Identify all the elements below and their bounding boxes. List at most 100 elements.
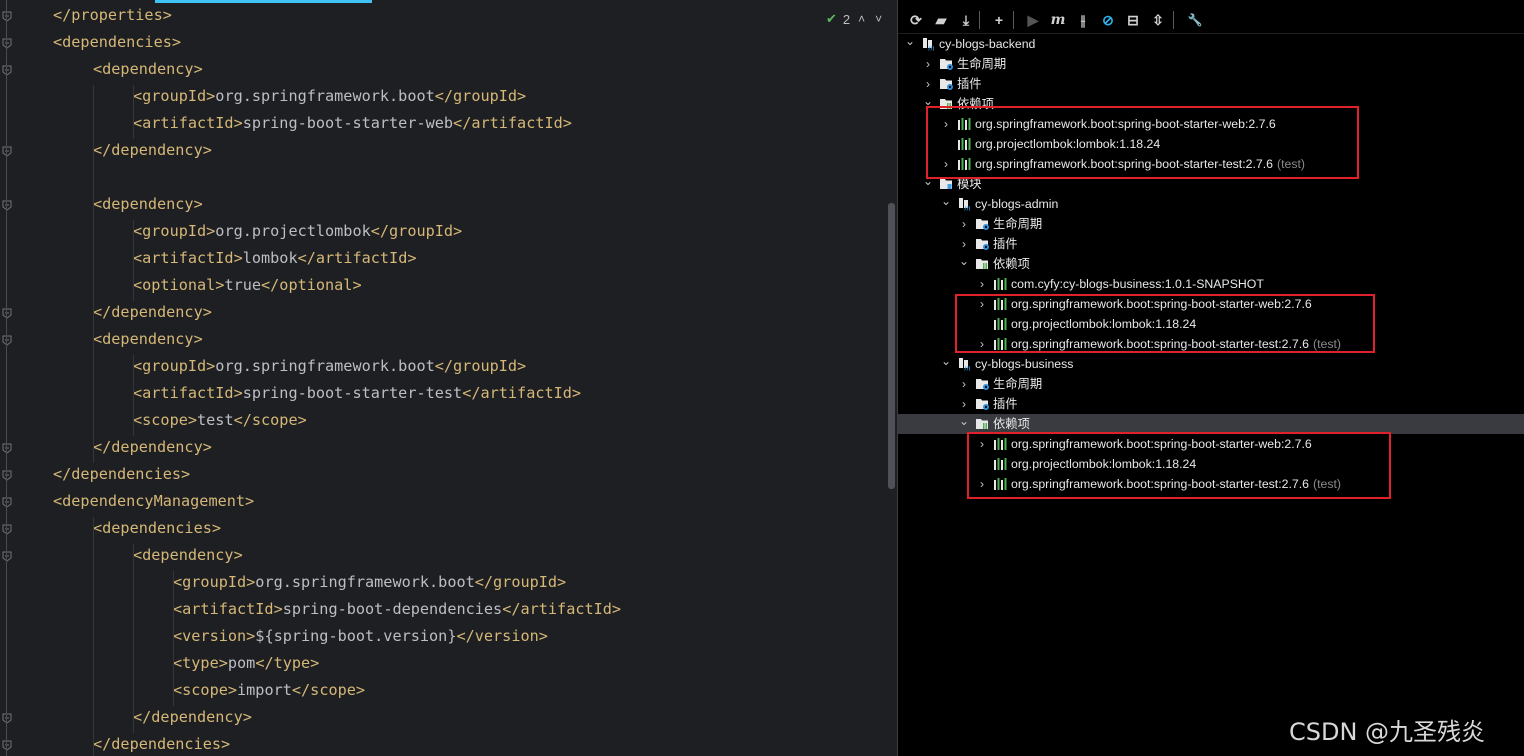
chevron-right-icon[interactable]: ›	[976, 437, 988, 451]
chevron-right-icon[interactable]: ›	[958, 377, 970, 391]
add-icon[interactable]: +	[989, 10, 1009, 30]
toggle-offline-icon[interactable]: ⫲	[1073, 10, 1093, 30]
code-line[interactable]: <artifactId>spring-boot-starter-test</ar…	[133, 380, 581, 407]
code-editor[interactable]: </properties> <dependencies> <dependency> <…	[0, 0, 897, 756]
folder-node[interactable]: › 插件	[898, 74, 1524, 94]
dependency-node[interactable]: › org.springframework.boot:spring-boot-st…	[898, 154, 1524, 174]
dependency-node[interactable]: › org.springframework.boot:spring-boot-st…	[898, 294, 1524, 314]
dependency-node[interactable]: › org.springframework.boot:spring-boot-st…	[898, 434, 1524, 454]
chevron-right-icon[interactable]: ›	[922, 57, 934, 71]
folder-node[interactable]: ⌄ 依赖项	[898, 254, 1524, 274]
chevron-down-icon[interactable]: ⌄	[904, 34, 916, 48]
chevron-right-icon[interactable]: ›	[958, 397, 970, 411]
chevron-right-icon[interactable]: ›	[976, 277, 988, 291]
dependency-node[interactable]: › org.springframework.boot:spring-boot-st…	[898, 474, 1524, 494]
next-highlight-button[interactable]: ˅	[873, 12, 884, 26]
fold-marker-icon[interactable]	[2, 497, 12, 508]
code-line[interactable]: <dependencyManagement>	[53, 488, 254, 515]
fold-marker-icon[interactable]	[2, 713, 12, 724]
dependency-node[interactable]: › org.springframework.boot:spring-boot-st…	[898, 114, 1524, 134]
code-line[interactable]: <groupId>org.springframework.boot</group…	[173, 569, 566, 596]
code-line[interactable]: <optional>true</optional>	[133, 272, 362, 299]
dependency-node[interactable]: › org.springframework.boot:spring-boot-st…	[898, 334, 1524, 354]
fold-marker-icon[interactable]	[2, 443, 12, 454]
dependency-node[interactable]: › com.cyfy:cy-blogs-business:1.0.1-SNAPSH…	[898, 274, 1524, 294]
fold-marker-icon[interactable]	[2, 146, 12, 157]
code-line[interactable]: <artifactId>spring-boot-starter-web</art…	[133, 110, 572, 137]
fold-marker-icon[interactable]	[2, 308, 12, 319]
folder-node[interactable]: ⌄ 依赖项	[898, 94, 1524, 114]
module-node[interactable]: ⌄ m cy-blogs-admin	[898, 194, 1524, 214]
chevron-right-icon[interactable]: ›	[958, 217, 970, 231]
code-line[interactable]: </dependencies>	[93, 731, 230, 756]
code-line[interactable]: </dependencies>	[53, 461, 190, 488]
code-line[interactable]: </dependency>	[93, 299, 212, 326]
code-line[interactable]: <type>pom</type>	[173, 650, 319, 677]
code-line[interactable]: <dependency>	[133, 542, 243, 569]
code-line[interactable]: <version>${spring-boot.version}</version…	[173, 623, 548, 650]
folder-node[interactable]: › 生命周期	[898, 214, 1524, 234]
chevron-right-icon[interactable]: ›	[976, 337, 988, 351]
fold-marker-icon[interactable]	[2, 335, 12, 346]
dependency-node[interactable]: org.projectlombok:lombok:1.18.24	[898, 454, 1524, 474]
code-line[interactable]: <groupId>org.springframework.boot</group…	[133, 83, 526, 110]
code-line[interactable]: <dependencies>	[53, 29, 181, 56]
chevron-right-icon[interactable]: ›	[976, 297, 988, 311]
folder-node[interactable]: › 插件	[898, 394, 1524, 414]
refresh-icon[interactable]: ⟳	[906, 10, 926, 30]
fold-marker-icon[interactable]	[2, 470, 12, 481]
module-node[interactable]: ⌄ m cy-blogs-business	[898, 354, 1524, 374]
fold-marker-icon[interactable]	[2, 200, 12, 211]
code-line[interactable]: <scope>test</scope>	[133, 407, 307, 434]
code-line[interactable]: <groupId>org.springframework.boot</group…	[133, 353, 526, 380]
dependency-node[interactable]: org.projectlombok:lombok:1.18.24	[898, 314, 1524, 334]
module-node[interactable]: ⌄ m cy-blogs-backend	[898, 34, 1524, 54]
folder-node[interactable]: ⌄ 模块	[898, 174, 1524, 194]
fold-marker-icon[interactable]	[2, 38, 12, 49]
chevron-down-icon[interactable]: ⌄	[958, 254, 970, 268]
skip-tests-icon[interactable]: ⊘	[1098, 10, 1118, 30]
folder-node[interactable]: ⌄ 依赖项	[898, 414, 1524, 434]
chevron-down-icon[interactable]: ⌄	[940, 354, 952, 368]
dependency-node[interactable]: org.projectlombok:lombok:1.18.24	[898, 134, 1524, 154]
folder-node[interactable]: › 插件	[898, 234, 1524, 254]
chevron-down-icon[interactable]: ⌄	[958, 414, 970, 428]
fold-marker-icon[interactable]	[2, 65, 12, 76]
code-line[interactable]: </dependency>	[93, 434, 212, 461]
fold-marker-icon[interactable]	[2, 11, 12, 22]
chevron-down-icon[interactable]: ⌄	[922, 94, 934, 108]
code-line[interactable]: <groupId>org.projectlombok</groupId>	[133, 218, 462, 245]
fold-marker-icon[interactable]	[2, 524, 12, 535]
code-line[interactable]: </properties>	[53, 2, 172, 29]
show-dependencies-icon[interactable]: ⊟	[1123, 10, 1143, 30]
settings-wrench-icon[interactable]: 🔧	[1185, 10, 1205, 30]
editor-scrollbar[interactable]	[888, 203, 895, 489]
code-line[interactable]: <dependencies>	[93, 515, 221, 542]
fold-marker-icon[interactable]	[2, 740, 12, 751]
maven-goal-icon[interactable]: m	[1048, 10, 1068, 30]
run-icon[interactable]: ▶	[1023, 10, 1043, 30]
previous-highlight-button[interactable]: ˄	[856, 12, 867, 26]
chevron-down-icon[interactable]: ⌄	[922, 174, 934, 188]
chevron-right-icon[interactable]: ›	[940, 157, 952, 171]
code-line[interactable]: <artifactId>spring-boot-dependencies</ar…	[173, 596, 621, 623]
code-line[interactable]: <scope>import</scope>	[173, 677, 365, 704]
chevron-right-icon[interactable]: ›	[976, 477, 988, 491]
chevron-right-icon[interactable]: ›	[940, 117, 952, 131]
chevron-down-icon[interactable]: ⌄	[940, 194, 952, 208]
folder-node[interactable]: › 生命周期	[898, 54, 1524, 74]
code-line[interactable]: <dependency>	[93, 191, 203, 218]
code-line[interactable]: <dependency>	[93, 326, 203, 353]
fold-marker-icon[interactable]	[2, 551, 12, 562]
code-line[interactable]: <artifactId>lombok</artifactId>	[133, 245, 416, 272]
download-icon[interactable]: ⤓	[956, 10, 976, 30]
folder-node[interactable]: › 生命周期	[898, 374, 1524, 394]
code-line[interactable]: <dependency>	[93, 56, 203, 83]
code-line[interactable]: </dependency>	[93, 137, 212, 164]
collapse-all-icon[interactable]: ⇳	[1148, 10, 1168, 30]
reimport-folder-icon[interactable]: ▰	[931, 10, 951, 30]
inspection-widget[interactable]: ✔ 2 ˄ ˅	[826, 11, 884, 27]
chevron-right-icon[interactable]: ›	[922, 77, 934, 91]
code-line[interactable]: </dependency>	[133, 704, 252, 731]
chevron-right-icon[interactable]: ›	[958, 237, 970, 251]
